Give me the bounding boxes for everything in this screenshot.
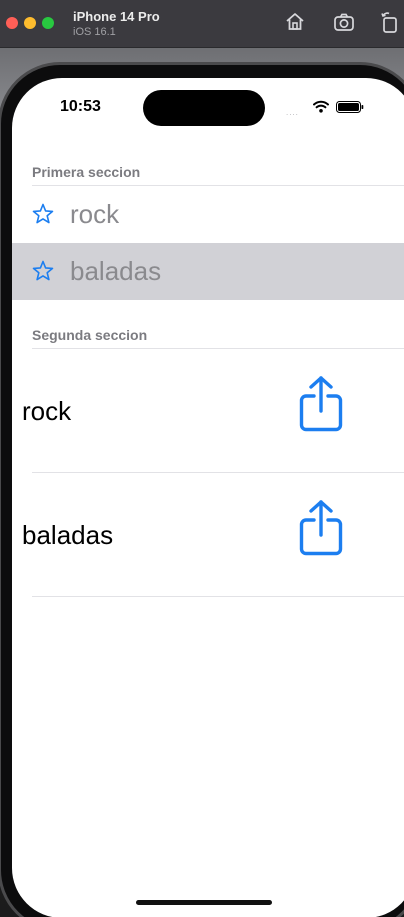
wifi-icon	[313, 100, 329, 113]
device-screen: 10:53 .... Primera seccion rock baladas …	[12, 78, 404, 917]
list-item-label: rock	[22, 396, 72, 426]
list-item-rock[interactable]: rock	[12, 186, 404, 243]
dynamic-island	[143, 90, 265, 126]
signal-indicator: ....	[286, 108, 299, 117]
separator	[32, 596, 404, 597]
screenshot-button[interactable]	[332, 10, 356, 34]
star-icon	[32, 260, 54, 281]
battery-icon	[336, 101, 364, 113]
star-icon	[32, 203, 54, 224]
status-time: 10:53	[60, 98, 101, 115]
list-item-rock[interactable]: rock	[12, 349, 404, 473]
share-icon[interactable]	[298, 499, 344, 557]
home-button[interactable]	[283, 10, 307, 34]
status-indicators: ....	[286, 100, 376, 117]
list-item-label: baladas	[70, 256, 162, 286]
rotate-icon	[381, 12, 397, 33]
section-header-segunda: Segunda seccion	[32, 327, 148, 343]
minimize-window-button[interactable]	[24, 17, 36, 29]
share-icon[interactable]	[298, 375, 344, 433]
camera-icon	[334, 13, 354, 31]
list-item-baladas[interactable]: baladas	[12, 473, 404, 597]
simulator-os-version: iOS 16.1	[73, 26, 116, 38]
section-header-primera: Primera seccion	[32, 164, 141, 180]
simulator-device-name: iPhone 14 Pro	[73, 9, 160, 24]
home-indicator[interactable]	[136, 900, 272, 905]
home-icon	[286, 13, 304, 30]
list-item-label: baladas	[22, 520, 114, 550]
rotate-button[interactable]	[378, 10, 402, 34]
zoom-window-button[interactable]	[42, 17, 54, 29]
simulator-title-bar: iPhone 14 Pro iOS 16.1	[0, 0, 404, 48]
list-item-label: rock	[70, 199, 120, 229]
close-window-button[interactable]	[6, 17, 18, 29]
list-item-baladas[interactable]: baladas	[12, 243, 404, 300]
